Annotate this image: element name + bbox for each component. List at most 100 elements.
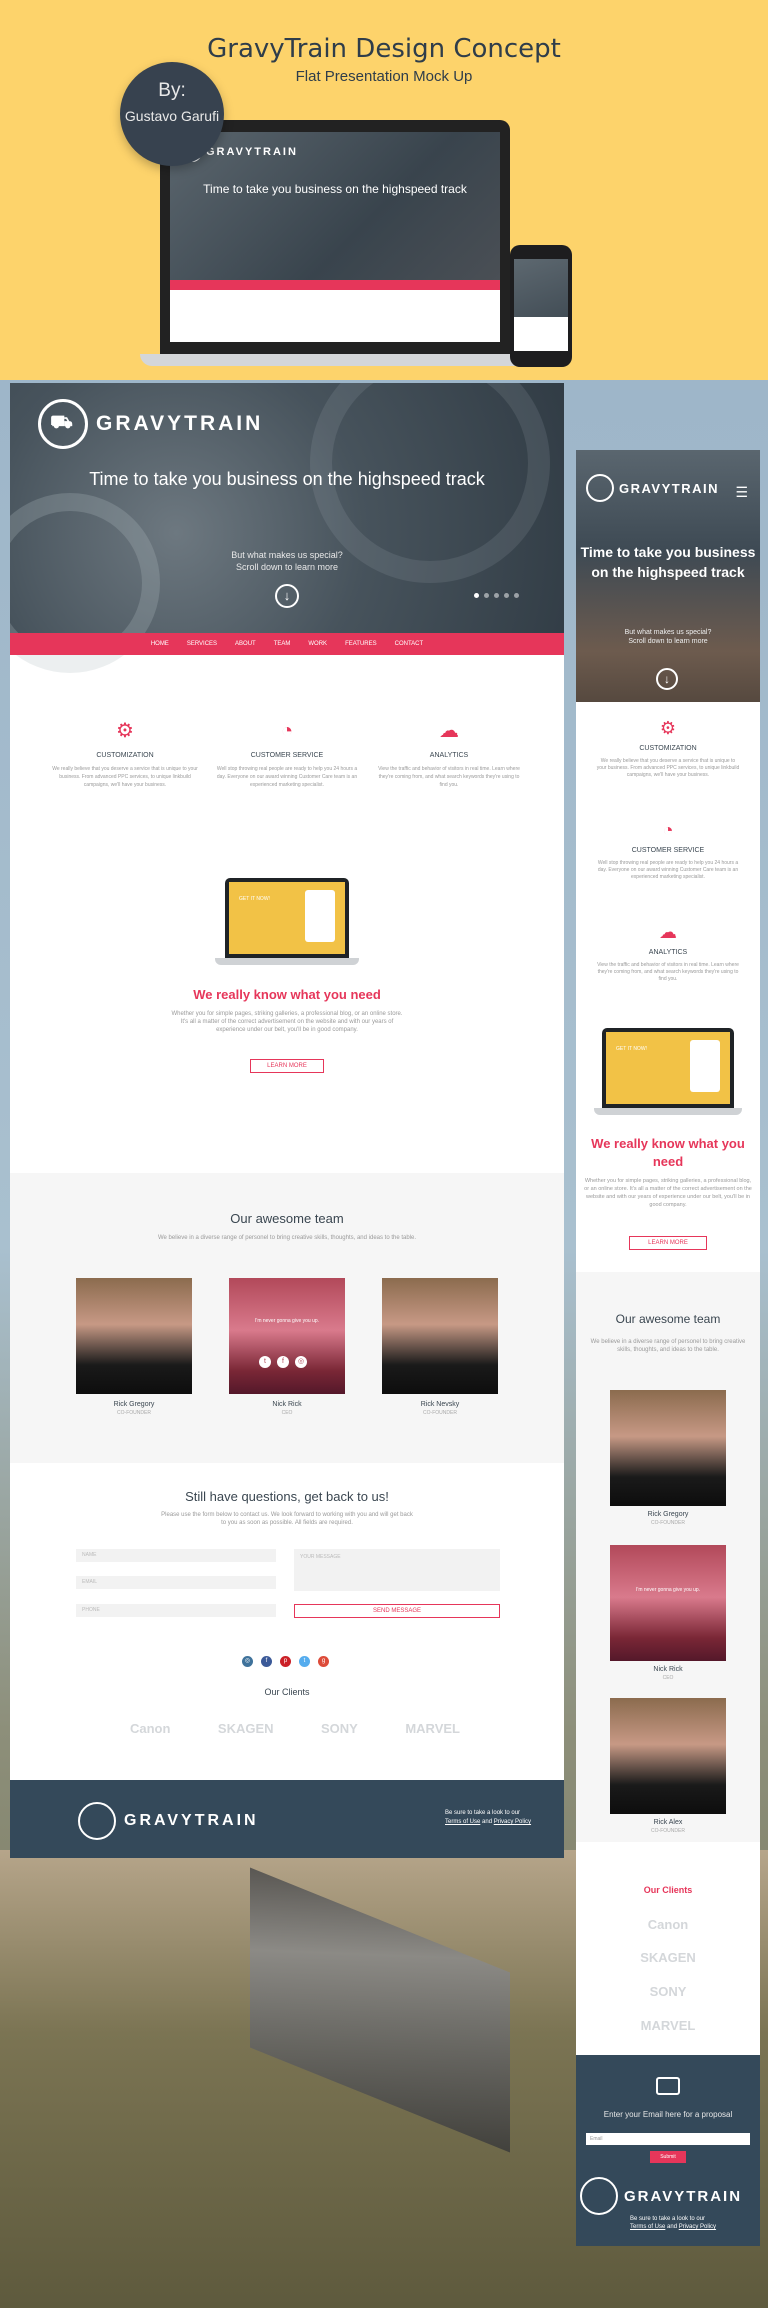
facebook-icon[interactable]: f bbox=[261, 1656, 272, 1667]
main-nav: HOME SERVICES ABOUT TEAM WORK FEATURES C… bbox=[10, 633, 564, 655]
phone-content bbox=[514, 317, 568, 351]
client-logo-skagen: SKAGEN bbox=[640, 1950, 696, 1965]
logo-text: GRAVYTRAIN bbox=[96, 412, 264, 435]
member-name: Rick Nevsky bbox=[420, 1401, 460, 1408]
send-message-button[interactable]: SEND MESSAGE bbox=[294, 1604, 500, 1618]
slider-dot[interactable] bbox=[474, 593, 479, 598]
legal-and: and bbox=[667, 2224, 678, 2230]
inbox-icon bbox=[656, 2077, 680, 2095]
instagram-icon[interactable]: ◎ bbox=[295, 1356, 307, 1368]
pinterest-icon[interactable]: p bbox=[280, 1656, 291, 1667]
hamburger-menu-icon[interactable]: ☰ bbox=[735, 484, 748, 501]
laptop-nav-bar bbox=[170, 280, 500, 290]
phone-field[interactable]: PHONE bbox=[76, 1604, 276, 1617]
feature-text: We really believe that you deserve a ser… bbox=[596, 758, 740, 778]
message-field[interactable]: YOUR MESSAGE bbox=[294, 1549, 500, 1591]
nav-services[interactable]: SERVICES bbox=[187, 641, 217, 647]
scroll-down-arrow-icon[interactable]: ↓ bbox=[275, 584, 299, 608]
nav-team[interactable]: TEAM bbox=[274, 641, 291, 647]
team-member[interactable]: Rick Gregory CO-FOUNDER bbox=[610, 1390, 726, 1526]
showcase-screen-text: GET IT NOW! bbox=[239, 896, 270, 902]
slider-dot[interactable] bbox=[494, 593, 499, 598]
phone-mockup bbox=[510, 245, 572, 367]
showcase-base bbox=[215, 958, 359, 965]
slider-dot[interactable] bbox=[514, 593, 519, 598]
feature-text: View the traffic and behavior of visitor… bbox=[378, 766, 520, 788]
team-member[interactable]: Rick Alex CO-FOUNDER bbox=[610, 1698, 726, 1834]
mobile-hero: GRAVYTRAIN ☰ Time to take you business o… bbox=[576, 450, 760, 702]
feature-text: View the traffic and behavior of visitor… bbox=[597, 962, 739, 982]
client-logo-canon: Canon bbox=[647, 1917, 689, 1932]
slider-dot[interactable] bbox=[484, 593, 489, 598]
nav-work[interactable]: WORK bbox=[308, 641, 327, 647]
privacy-link[interactable]: Privacy Policy bbox=[494, 1819, 531, 1825]
banner-title: GravyTrain Design Concept bbox=[207, 34, 561, 64]
google-plus-icon[interactable]: g bbox=[318, 1656, 329, 1667]
newsletter-submit-button[interactable]: Submit bbox=[650, 2151, 686, 2163]
laptop-logo-text: GRAVYTRAIN bbox=[206, 145, 298, 158]
mobile-know-text: Whether you for simple pages, striking g… bbox=[584, 1178, 752, 1208]
feature-text: Well stop throwing real people are ready… bbox=[597, 860, 739, 880]
legal-prefix: Be sure to take a look to our bbox=[445, 1810, 521, 1816]
twitter-icon[interactable]: t bbox=[259, 1356, 271, 1368]
nav-features[interactable]: FEATURES bbox=[345, 641, 377, 647]
terms-link[interactable]: Terms of Use bbox=[630, 2224, 665, 2230]
facebook-icon[interactable]: f bbox=[277, 1356, 289, 1368]
team-member[interactable]: I'm never gonna give you up. Nick Rick C… bbox=[610, 1545, 726, 1681]
contact-title: Still have questions, get back to us! bbox=[185, 1489, 389, 1504]
learn-more-button[interactable]: LEARN MORE bbox=[250, 1059, 324, 1073]
hero-sub-line2: Scroll down to learn more bbox=[235, 562, 339, 572]
member-quote: I'm never gonna give you up. bbox=[635, 1587, 701, 1593]
member-photo bbox=[76, 1278, 192, 1394]
nav-about[interactable]: ABOUT bbox=[235, 641, 256, 647]
mobile-feature-customer-service: ◔ CUSTOMER SERVICE Well stop throwing re… bbox=[576, 820, 760, 881]
member-photo-hover: I'm never gonna give you up. bbox=[610, 1545, 726, 1661]
twitter-icon[interactable]: t bbox=[299, 1656, 310, 1667]
privacy-link[interactable]: Privacy Policy bbox=[679, 2224, 716, 2230]
know-text: Whether you for simple pages, striking g… bbox=[171, 1011, 403, 1033]
team-member[interactable]: I'm never gonna give you up. t f ◎ Nick … bbox=[229, 1278, 345, 1416]
hero-headline: Time to take you business on the highspe… bbox=[89, 469, 485, 489]
member-photo bbox=[382, 1278, 498, 1394]
feature-text: We really believe that you deserve a ser… bbox=[52, 766, 198, 788]
nav-contact[interactable]: CONTACT bbox=[395, 641, 424, 647]
member-social: t f ◎ bbox=[259, 1356, 307, 1368]
instagram-icon[interactable]: ◎ bbox=[242, 1656, 253, 1667]
newsletter-prompt: Enter your Email here for a proposal bbox=[603, 2110, 733, 2119]
showcase-laptop-image: GET IT NOW! bbox=[215, 878, 359, 966]
contact-subtitle: Please use the form below to contact us.… bbox=[161, 1512, 413, 1526]
team-member[interactable]: Rick Nevsky CO-FOUNDER bbox=[382, 1278, 498, 1416]
mobile-know-title: We really know what you need bbox=[591, 1136, 745, 1169]
clients-title: Our Clients bbox=[264, 1687, 310, 1697]
email-field[interactable]: EMAIL bbox=[76, 1576, 276, 1589]
showcase-screen: GET IT NOW! bbox=[225, 878, 349, 958]
mobile-logo[interactable]: GRAVYTRAIN bbox=[586, 474, 719, 502]
newsletter-email-input[interactable]: Email bbox=[586, 2133, 750, 2145]
member-name: Nick Rick bbox=[272, 1401, 302, 1408]
member-role: CO-FOUNDER bbox=[117, 1410, 151, 1416]
name-field[interactable]: NAME bbox=[76, 1549, 276, 1562]
clock-icon: ◔ bbox=[662, 820, 674, 840]
mobile-feature-analytics: ☁ ANALYTICS View the traffic and behavio… bbox=[576, 922, 760, 983]
member-name: Rick Gregory bbox=[113, 1401, 155, 1408]
mobile-learn-more-button[interactable]: LEARN MORE bbox=[629, 1236, 707, 1250]
desktop-logo[interactable]: ⛟ GRAVYTRAIN bbox=[38, 399, 263, 449]
laptop-base bbox=[140, 354, 530, 366]
member-role: CEO bbox=[662, 1675, 674, 1681]
mobile-sub-line2: Scroll down to learn more bbox=[628, 638, 708, 645]
scroll-down-arrow-icon[interactable]: ↓ bbox=[656, 668, 678, 690]
showcase-content: GET IT NOW! bbox=[229, 882, 345, 954]
train-logo-icon: ⛟ bbox=[38, 399, 88, 449]
footer-logo[interactable]: GRAVYTRAIN bbox=[78, 1802, 259, 1840]
mobile-logo-text: GRAVYTRAIN bbox=[619, 480, 719, 496]
mobile-footer-logo[interactable]: GRAVYTRAIN bbox=[580, 2177, 742, 2215]
cloud-upload-icon: ☁ bbox=[439, 720, 459, 742]
slider-dot[interactable] bbox=[504, 593, 509, 598]
nav-home[interactable]: HOME bbox=[151, 641, 169, 647]
terms-link[interactable]: Terms of Use bbox=[445, 1819, 480, 1825]
team-member[interactable]: Rick Gregory CO-FOUNDER bbox=[76, 1278, 192, 1416]
client-logo-canon: Canon bbox=[130, 1721, 171, 1736]
author-by: By: bbox=[158, 80, 186, 101]
feature-title: ANALYTICS bbox=[648, 949, 688, 956]
client-logo-marvel: MARVEL bbox=[640, 2018, 696, 2033]
